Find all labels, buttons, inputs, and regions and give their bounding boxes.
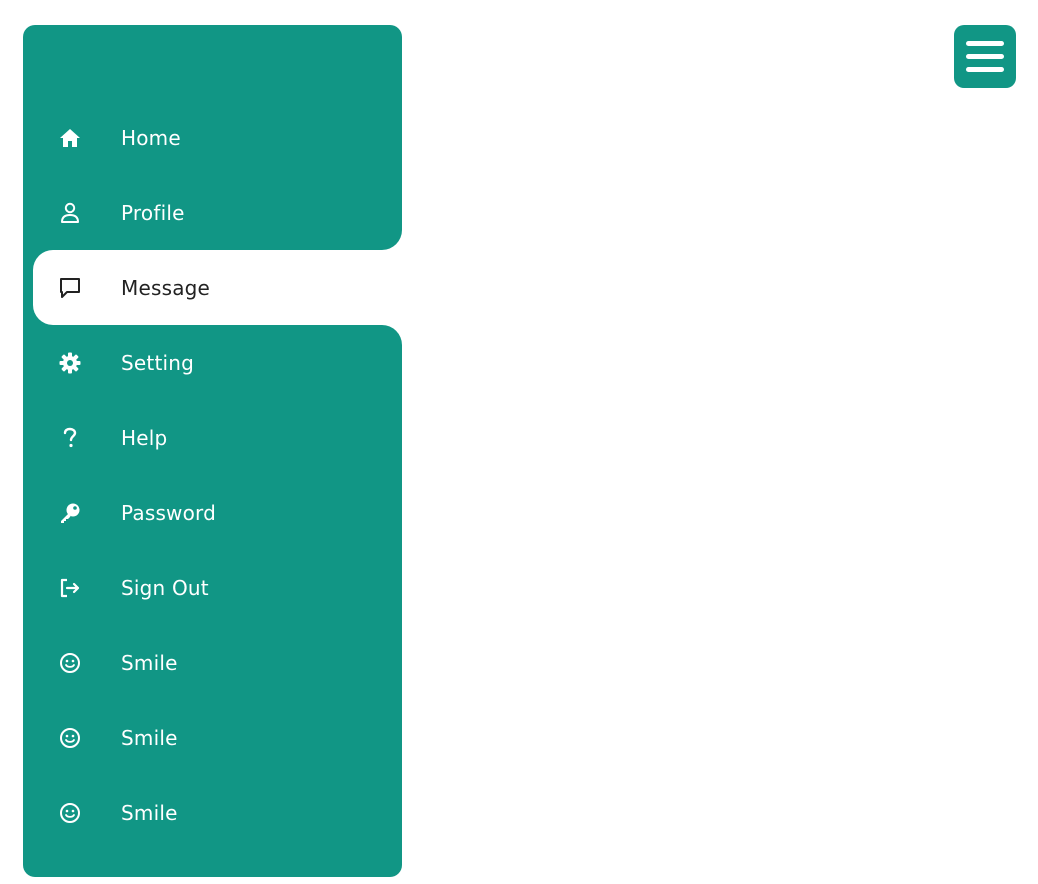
gear-icon	[58, 351, 82, 375]
message-icon	[58, 276, 82, 300]
sidebar-item-sign-out[interactable]: Sign Out	[23, 550, 402, 625]
question-icon	[58, 426, 82, 450]
sidebar-item-label: Smile	[121, 650, 178, 675]
smile-icon	[58, 651, 82, 675]
sidebar-menu: Home Profile Message Setting Help Passwo…	[23, 100, 402, 850]
hamburger-icon	[966, 41, 1004, 72]
sidebar-item-label: Sign Out	[121, 575, 209, 600]
sidebar-item-label: Password	[121, 500, 217, 525]
user-icon	[58, 201, 82, 225]
sidebar-item-label: Smile	[121, 800, 178, 825]
sign-out-icon	[58, 576, 82, 600]
sidebar-item-smile-1[interactable]: Smile	[23, 625, 402, 700]
sidebar-item-home[interactable]: Home	[23, 100, 402, 175]
sidebar-item-message[interactable]: Message	[33, 230, 402, 345]
smile-icon	[58, 726, 82, 750]
sidebar-item-profile[interactable]: Profile	[23, 175, 402, 250]
home-icon	[58, 126, 82, 150]
hamburger-bar	[966, 41, 1004, 46]
smile-icon	[58, 801, 82, 825]
sidebar: Home Profile Message Setting Help Passwo…	[23, 25, 402, 877]
sidebar-item-setting[interactable]: Setting	[23, 325, 402, 400]
menu-toggle-button[interactable]	[954, 25, 1016, 88]
key-icon	[58, 501, 82, 525]
sidebar-item-smile-2[interactable]: Smile	[23, 700, 402, 775]
sidebar-item-label: Profile	[121, 200, 185, 225]
sidebar-item-help[interactable]: Help	[23, 400, 402, 475]
sidebar-item-label: Message	[121, 275, 211, 300]
sidebar-item-label: Home	[121, 125, 181, 150]
sidebar-item-label: Smile	[121, 725, 178, 750]
hamburger-bar	[966, 54, 1004, 59]
hamburger-bar	[966, 67, 1004, 72]
sidebar-item-password[interactable]: Password	[23, 475, 402, 550]
sidebar-item-smile-3[interactable]: Smile	[23, 775, 402, 850]
sidebar-item-label: Help	[121, 425, 168, 450]
sidebar-item-label: Setting	[121, 350, 195, 375]
